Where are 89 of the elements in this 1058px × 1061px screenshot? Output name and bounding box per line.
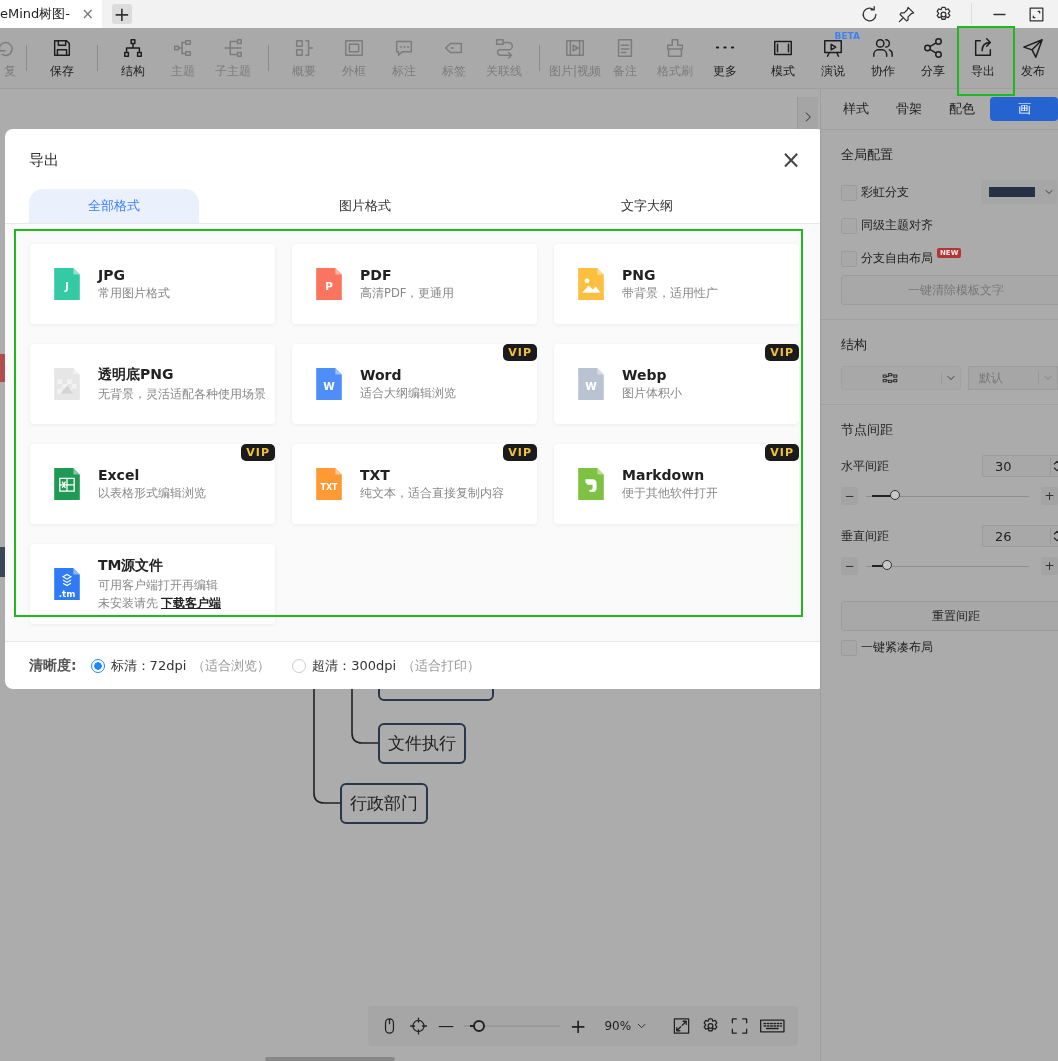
format-description: 无背景，灵活适配各种使用场景	[98, 387, 266, 402]
mind-map-node[interactable]: 行政部门	[340, 783, 428, 824]
format-card[interactable]: PNG 带背景，适用性广	[554, 244, 799, 324]
format-name: Excel	[98, 467, 141, 483]
format-name: Webp	[622, 367, 668, 383]
format-card[interactable]: 透明底PNG 无背景，灵活适配各种使用场景	[30, 344, 275, 424]
format-name: Markdown	[622, 467, 706, 483]
toolbar-button[interactable]: 结构	[108, 36, 158, 80]
panel-tab[interactable]: 骨架	[882, 100, 935, 118]
zoom-out-button[interactable]: —	[438, 1018, 454, 1034]
reset-spacing-button[interactable]: 重置间距	[841, 601, 1058, 631]
toolbar-button[interactable]: 模式	[758, 36, 808, 80]
install-hint: 未安装请先	[98, 596, 158, 611]
beta-label: BETA	[834, 30, 860, 41]
dialog-title: 导出	[29, 150, 59, 170]
format-name: PDF	[360, 267, 393, 283]
toolbar-button[interactable]: 发布	[1008, 36, 1058, 80]
format-description: 高清PDF，更通用	[360, 286, 455, 301]
source-file-icon: .tm	[54, 568, 80, 600]
checkbox-label: 彩虹分支	[861, 184, 909, 201]
number-input[interactable]: 26	[982, 525, 1058, 547]
new-tab-button[interactable]: +	[112, 4, 132, 24]
format-card[interactable]: TXT TXT 纯文本，适合直接复制内容 VIP	[292, 444, 537, 524]
toolbar-button[interactable]: 分享	[908, 36, 958, 80]
toolbar-button[interactable]: 导出	[958, 36, 1008, 80]
format-description: 适合大纲编辑浏览	[360, 386, 456, 401]
vip-badge: VIP	[241, 444, 275, 461]
vip-badge: VIP	[765, 344, 799, 361]
format-description: 以表格形式编辑浏览	[98, 486, 206, 501]
format-description: 图片体积小	[622, 386, 682, 401]
format-tab[interactable]: 图片格式	[245, 189, 485, 223]
format-name: PNG	[622, 267, 657, 283]
toolbar-button[interactable]: 更多	[700, 36, 750, 80]
tab-title: eMind树图-	[0, 5, 70, 23]
quality-note: （适合打印）	[402, 657, 481, 675]
vip-badge: VIP	[503, 444, 537, 461]
radio-label: 标清：72dpi	[110, 657, 187, 675]
panel-tab[interactable]: 样式	[829, 100, 882, 118]
decrease-button[interactable]: −	[841, 487, 858, 505]
file-icon: W	[316, 368, 342, 400]
toolbar-button[interactable]: 保存	[37, 36, 87, 80]
format-description: 纯文本，适合直接复制内容	[360, 486, 504, 501]
spacing-label: 垂直间距	[841, 527, 889, 545]
format-description: 可用客户端打开再编辑	[98, 578, 219, 593]
format-name: JPG	[98, 267, 126, 283]
close-button[interactable]: ×	[780, 148, 801, 172]
format-description: 带背景，适用性广	[622, 286, 718, 301]
checkbox-label: 同级主题对齐	[861, 217, 933, 234]
vip-badge: VIP	[503, 344, 537, 361]
panel-tab[interactable]: 配色	[935, 100, 988, 118]
spacing-label: 水平间距	[841, 457, 889, 475]
format-card[interactable]: Excel 以表格形式编辑浏览 VIP	[30, 444, 275, 524]
decrease-button[interactable]: −	[841, 557, 858, 575]
tab-close-button[interactable]: ×	[81, 5, 94, 23]
quality-label: 清晰度:	[29, 657, 77, 675]
format-description: 常用图片格式	[98, 286, 170, 301]
format-description: 便于其他软件打开	[622, 486, 718, 501]
vip-badge: VIP	[765, 444, 799, 461]
format-card[interactable]: Markdown 便于其他软件打开 VIP	[554, 444, 799, 524]
zoom-in-button[interactable]: +	[569, 1016, 587, 1036]
zoom-level[interactable]: 90%	[604, 1019, 632, 1033]
file-icon: P	[316, 268, 342, 300]
format-card[interactable]: P PDF 高清PDF，更通用	[292, 244, 537, 324]
download-link[interactable]: 下载客户端	[161, 596, 221, 611]
increase-button[interactable]: +	[1041, 557, 1058, 575]
mind-map-node[interactable]: 文件执行	[378, 723, 466, 764]
number-input[interactable]: 30	[982, 455, 1058, 477]
section-heading: 全局配置	[841, 146, 894, 164]
format-name: Word	[360, 367, 403, 383]
format-card[interactable]: .tm TM源文件 可用客户端打开再编辑 未安装请先 下载客户端	[30, 544, 275, 624]
format-card[interactable]: W Word 适合大纲编辑浏览 VIP	[292, 344, 537, 424]
format-tab[interactable]: 文字大纲	[531, 189, 763, 223]
file-icon: TXT	[316, 468, 342, 500]
checkbox-label: 分支自由布局	[861, 250, 933, 267]
file-icon: W	[578, 368, 604, 400]
format-name: TXT	[360, 467, 391, 483]
panel-tab[interactable]: 画	[990, 97, 1058, 121]
format-name: TM源文件	[98, 557, 165, 575]
file-icon: J	[54, 268, 80, 300]
radio-label: 超清：300dpi	[312, 657, 397, 675]
format-card[interactable]: W Webp 图片体积小 VIP	[554, 344, 799, 424]
increase-button[interactable]: +	[1041, 487, 1058, 505]
checkbox-label: 一键紧凑布局	[861, 639, 933, 656]
format-card[interactable]: J JPG 常用图片格式	[30, 244, 275, 324]
format-name: 透明底PNG	[98, 366, 175, 384]
document-tab[interactable]: eMind树图- ×	[0, 0, 102, 28]
section-heading: 节点间距	[841, 421, 894, 439]
quality-note: （适合浏览）	[192, 657, 271, 675]
section-heading: 结构	[841, 336, 868, 354]
